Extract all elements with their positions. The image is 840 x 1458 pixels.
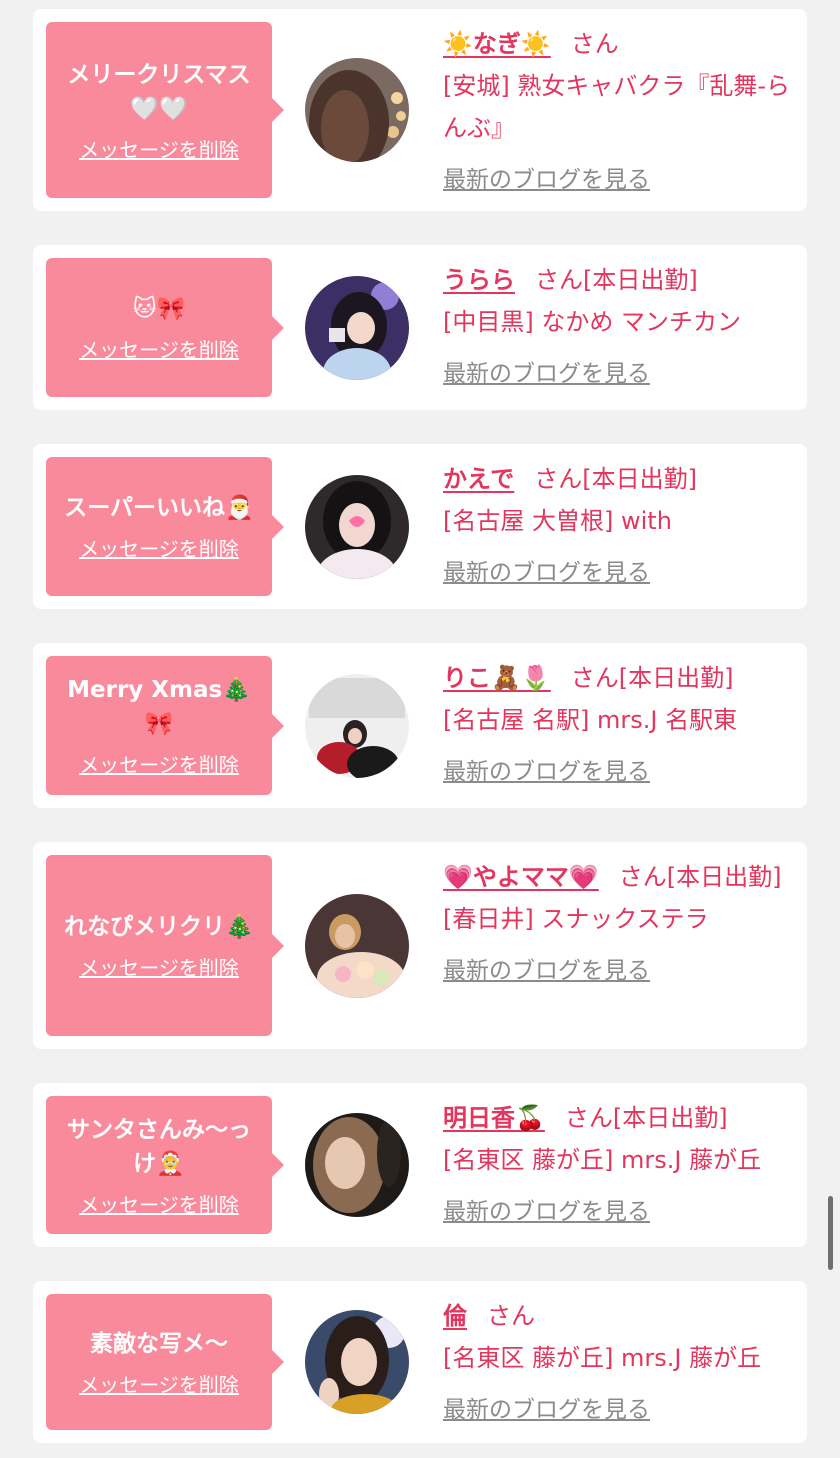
- message-card: スーパーいいね🎅 メッセージを削除 かえで さん[本日出勤] [名古屋 大曽根] …: [33, 444, 807, 609]
- latest-blog-link[interactable]: 最新のブログを見る: [443, 1191, 650, 1233]
- avatar[interactable]: [305, 893, 409, 998]
- message-bubble: スーパーいいね🎅 メッセージを削除: [46, 457, 284, 596]
- work-status: [本日出勤]: [618, 664, 734, 692]
- message-bubble: メリークリスマス🤍🤍 メッセージを削除: [46, 22, 284, 198]
- work-status: [本日出勤]: [583, 266, 698, 294]
- message-text: サンタさんみ〜っけ🤶: [67, 1116, 251, 1177]
- delete-message-link[interactable]: メッセージを削除: [79, 533, 239, 562]
- user-info: 倫さん [名東区 藤が丘] mrs.J 藤が丘 最新のブログを見る: [443, 1295, 793, 1431]
- user-info: 💗やよママ💗 さん[本日出勤] [春日井] スナックステラ 最新のブログを見る: [443, 856, 793, 992]
- delete-message-link[interactable]: メッセージを削除: [79, 749, 239, 778]
- delete-message-link[interactable]: メッセージを削除: [79, 134, 239, 163]
- avatar[interactable]: [305, 1113, 409, 1217]
- latest-blog-link[interactable]: 最新のブログを見る: [443, 552, 650, 594]
- user-name-link[interactable]: 倫: [443, 1302, 467, 1330]
- latest-blog-link[interactable]: 最新のブログを見る: [443, 1389, 650, 1431]
- message-card: サンタさんみ〜っけ🤶 メッセージを削除 明日香🍒 さん[本日出勤] [名東区 藤が…: [33, 1083, 807, 1247]
- user-name-link[interactable]: 明日香🍒: [443, 1104, 545, 1132]
- user-name-link[interactable]: かえで: [443, 465, 514, 493]
- message-card: メリークリスマス🤍🤍 メッセージを削除 ☀️なぎ☀️ さん [安城] 熟女キャバク…: [33, 9, 807, 211]
- honorific: さん: [564, 1104, 613, 1132]
- honorific: さん: [570, 30, 619, 58]
- shop-name: [名東区 藤が丘] mrs.J 藤が丘: [443, 1344, 762, 1372]
- message-text: 素敵な写メ〜: [90, 1330, 228, 1357]
- message-card: Merry Xmas🎄🎀 メッセージを削除 りこ🧸🌷 さん[本日出勤] [名古屋 …: [33, 643, 807, 808]
- user-info: りこ🧸🌷 さん[本日出勤] [名古屋 名駅] mrs.J 名駅東 最新のブログを見…: [443, 657, 793, 793]
- message-bubble: Merry Xmas🎄🎀 メッセージを削除: [46, 656, 284, 795]
- message-bubble: 🐱🎀 メッセージを削除: [46, 258, 284, 397]
- user-info: 明日香🍒 さん[本日出勤] [名東区 藤が丘] mrs.J 藤が丘 最新のブログを…: [443, 1097, 793, 1233]
- avatar[interactable]: [305, 58, 409, 162]
- latest-blog-link[interactable]: 最新のブログを見る: [443, 159, 650, 201]
- avatar[interactable]: [305, 275, 409, 380]
- delete-message-link[interactable]: メッセージを削除: [79, 952, 239, 981]
- shop-name: [安城] 熟女キャバクラ『乱舞-らんぶ』: [443, 72, 791, 142]
- message-text: スーパーいいね🎅: [64, 495, 254, 521]
- user-info: うらら さん[本日出勤] [中目黒] なかめ マンチカン 最新のブログを見る: [443, 259, 793, 395]
- shop-name: [名古屋 大曽根] with: [443, 507, 672, 535]
- scrollbar[interactable]: [828, 1196, 833, 1270]
- message-card: 素敵な写メ〜 メッセージを削除 倫さん [名東区 藤が丘] mrs.J 藤が丘 …: [33, 1281, 807, 1443]
- user-name-link[interactable]: 💗やよママ💗: [443, 863, 599, 891]
- user-name-link[interactable]: うらら: [443, 266, 515, 294]
- user-info: かえで さん[本日出勤] [名古屋 大曽根] with 最新のブログを見る: [443, 458, 793, 594]
- avatar[interactable]: [305, 474, 409, 579]
- message-card: 🐱🎀 メッセージを削除 うらら さん[本日出勤] [中目黒] なかめ マンチカン …: [33, 245, 807, 410]
- honorific: さん: [535, 266, 583, 294]
- avatar[interactable]: [305, 673, 409, 778]
- shop-name: [名東区 藤が丘] mrs.J 藤が丘: [443, 1146, 762, 1174]
- honorific: さん: [570, 664, 619, 692]
- message-text: メリークリスマス🤍🤍: [67, 61, 251, 122]
- message-bubble: れなぴメリクリ🎄 メッセージを削除: [46, 855, 284, 1036]
- latest-blog-link[interactable]: 最新のブログを見る: [443, 751, 650, 793]
- latest-blog-link[interactable]: 最新のブログを見る: [443, 950, 650, 992]
- honorific: さん: [618, 863, 667, 891]
- message-text: Merry Xmas🎄🎀: [67, 677, 251, 737]
- message-text: れなぴメリクリ🎄: [64, 914, 254, 940]
- shop-name: [名古屋 名駅] mrs.J 名駅東: [443, 706, 738, 734]
- message-bubble: 素敵な写メ〜 メッセージを削除: [46, 1294, 284, 1430]
- user-info: ☀️なぎ☀️ さん [安城] 熟女キャバクラ『乱舞-らんぶ』 最新のブログを見る: [443, 23, 793, 201]
- work-status: [本日出勤]: [582, 465, 698, 493]
- message-card: れなぴメリクリ🎄 メッセージを削除 💗やよママ💗 さん[本日出勤] [春日井] ス…: [33, 842, 807, 1049]
- honorific: さん: [534, 465, 583, 493]
- shop-name: [春日井] スナックステラ: [443, 905, 709, 933]
- delete-message-link[interactable]: メッセージを削除: [79, 334, 239, 363]
- message-text: 🐱🎀: [132, 296, 186, 322]
- latest-blog-link[interactable]: 最新のブログを見る: [443, 353, 650, 395]
- honorific: さん: [487, 1302, 535, 1330]
- avatar[interactable]: [305, 1310, 409, 1414]
- delete-message-link[interactable]: メッセージを削除: [79, 1369, 239, 1398]
- user-name-link[interactable]: ☀️なぎ☀️: [443, 30, 551, 58]
- message-bubble: サンタさんみ〜っけ🤶 メッセージを削除: [46, 1096, 284, 1234]
- work-status: [本日出勤]: [666, 863, 782, 891]
- user-name-link[interactable]: りこ🧸🌷: [443, 664, 551, 692]
- delete-message-link[interactable]: メッセージを削除: [79, 1189, 239, 1218]
- work-status: [本日出勤]: [612, 1104, 728, 1132]
- shop-name: [中目黒] なかめ マンチカン: [443, 308, 741, 336]
